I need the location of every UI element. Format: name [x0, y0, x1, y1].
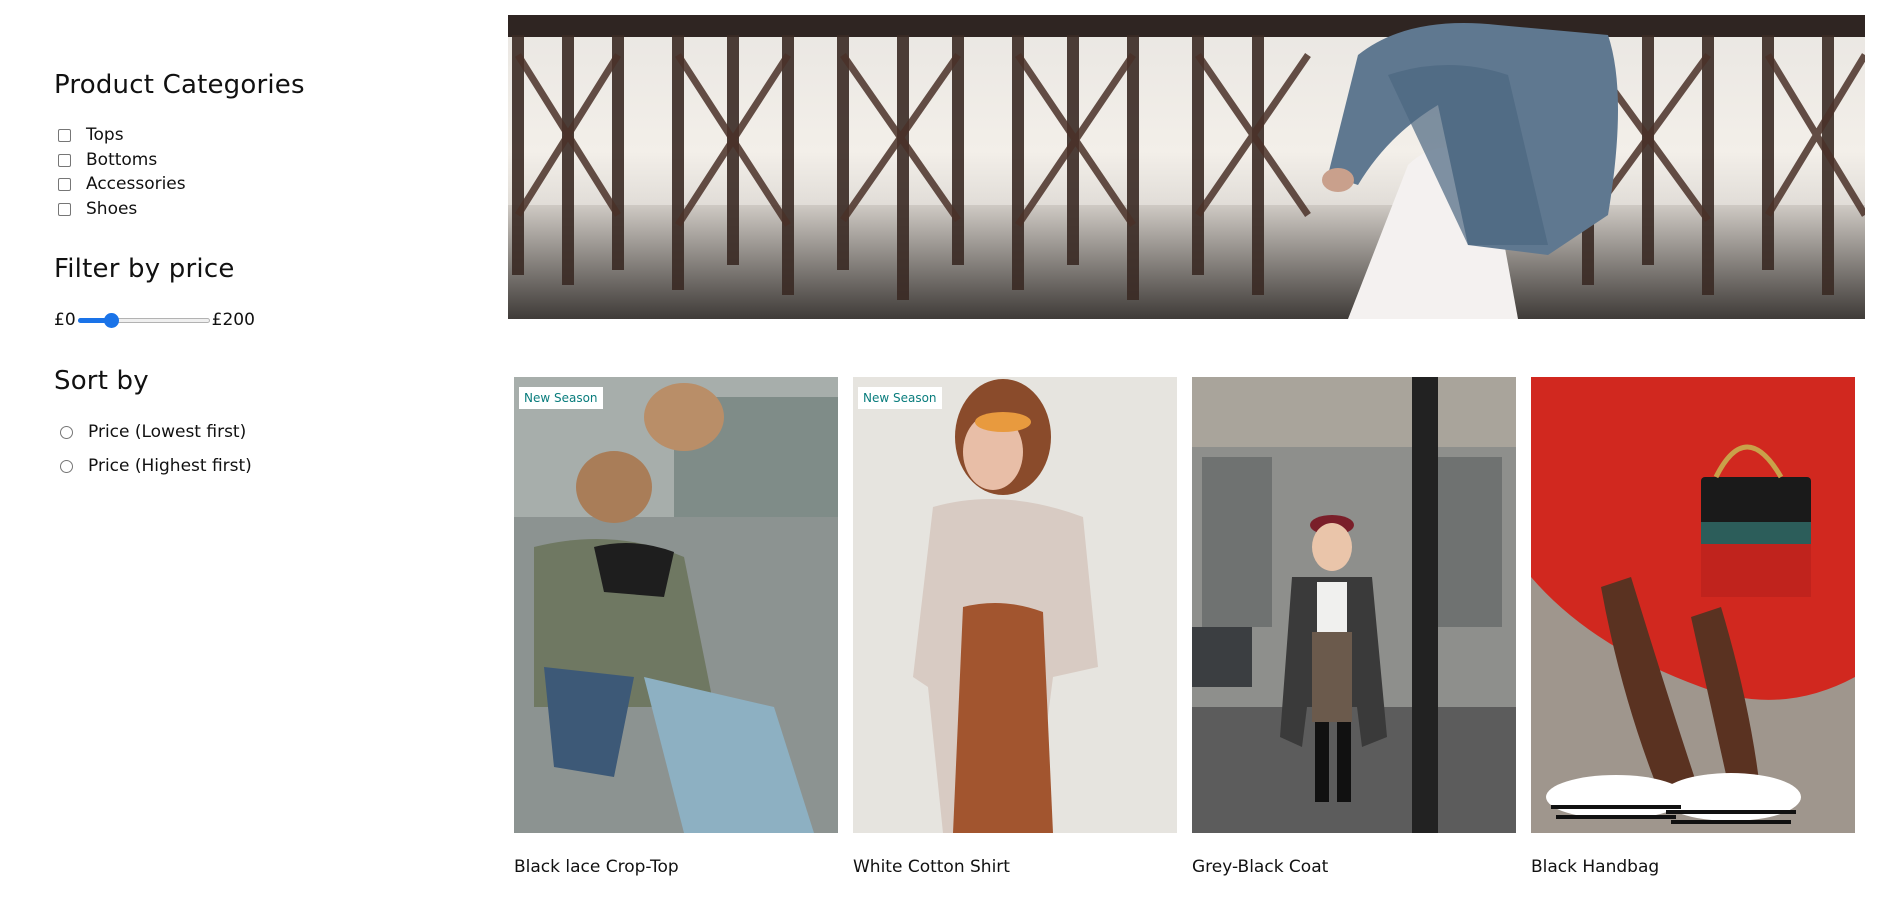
product-card[interactable]: New Season White Cotton Shirt [853, 377, 1177, 877]
price-filter: £0 £200 [54, 308, 255, 332]
product-card[interactable]: Grey-Black Coat [1192, 377, 1516, 877]
category-accessories[interactable]: Accessories [58, 173, 186, 195]
product-photo-coat [1192, 377, 1516, 833]
category-shoes[interactable]: Shoes [58, 198, 137, 220]
sort-heading: Sort by [54, 366, 149, 396]
product-image[interactable]: New Season [853, 377, 1177, 833]
category-label: Accessories [86, 174, 186, 194]
product-title[interactable]: Black Handbag [1531, 857, 1659, 877]
product-card[interactable]: Black Handbag [1531, 377, 1855, 877]
product-photo-white-shirt [853, 377, 1177, 833]
sort-highest-first[interactable]: Price (Highest first) [60, 455, 252, 477]
price-min-label: £0 [54, 310, 76, 330]
price-max-label: £200 [211, 310, 255, 330]
price-filter-heading: Filter by price [54, 254, 235, 284]
accessories-checkbox[interactable] [58, 177, 71, 191]
product-photo-handbag [1531, 377, 1855, 833]
sort-option-label: Price (Highest first) [88, 456, 252, 476]
product-card[interactable]: New Season Black lace Crop-Top [514, 377, 838, 877]
categories-heading: Product Categories [54, 70, 305, 100]
new-season-badge: New Season [519, 387, 603, 409]
sort-lowest-radio[interactable] [60, 425, 73, 439]
product-title[interactable]: Grey-Black Coat [1192, 857, 1328, 877]
category-label: Tops [86, 125, 124, 145]
tops-checkbox[interactable] [58, 128, 71, 142]
sort-highest-radio[interactable] [60, 459, 73, 473]
hero-pier-image [508, 15, 1865, 319]
new-season-badge: New Season [858, 387, 942, 409]
slider-thumb[interactable] [103, 313, 119, 328]
product-image[interactable] [1531, 377, 1855, 833]
category-label: Shoes [86, 199, 138, 219]
hero-banner [508, 15, 1865, 319]
category-label: Bottoms [86, 150, 158, 170]
product-title[interactable]: Black lace Crop-Top [514, 857, 679, 877]
product-image[interactable]: New Season [514, 377, 838, 833]
product-title[interactable]: White Cotton Shirt [853, 857, 1010, 877]
price-range-slider[interactable] [77, 310, 210, 330]
sort-lowest-first[interactable]: Price (Lowest first) [60, 421, 246, 443]
bottoms-checkbox[interactable] [58, 153, 71, 167]
category-tops[interactable]: Tops [58, 124, 124, 146]
category-bottoms[interactable]: Bottoms [58, 149, 157, 171]
sort-option-label: Price (Lowest first) [88, 422, 247, 442]
shoes-checkbox[interactable] [58, 202, 71, 216]
product-photo-crop-top [514, 377, 838, 833]
product-image[interactable] [1192, 377, 1516, 833]
